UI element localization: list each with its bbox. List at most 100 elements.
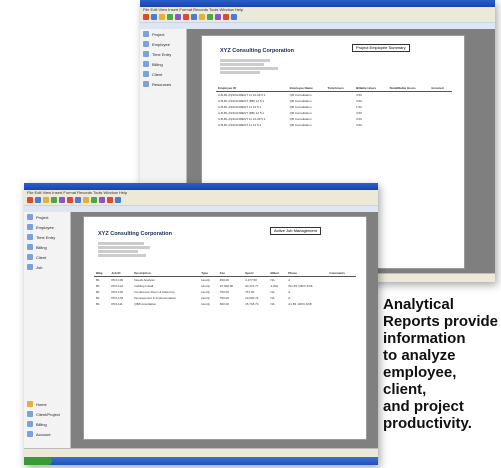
sidebar-item-account[interactable]: Account [24,429,70,439]
app-body: Project Employee Time Entry Billing Clie… [24,212,378,449]
person-icon [27,224,33,230]
col-header: Total Hours [325,84,354,92]
folder-icon [27,214,33,220]
sidebar-item-time-entry[interactable]: Time Entry [140,49,186,59]
col-header: Blkg [94,269,110,277]
toolbar-icon[interactable] [99,197,105,203]
sidebar-item-employee[interactable]: Employee [140,39,186,49]
caption-line: to analyze [383,347,456,364]
toolbar-icon[interactable] [215,14,221,20]
col-header: Fee [217,269,244,277]
toolbar-icon[interactable] [151,14,157,20]
sidebar-item-employee[interactable]: Employee [24,222,70,232]
person-icon [143,41,149,47]
col-header: Billed [268,269,287,277]
sidebar-bottom-nav: Home Client/Project Billing Account [24,399,70,439]
toolbar [24,196,378,205]
report-title: Active Job Management [270,227,321,235]
invoice-icon [143,61,149,67]
table-row: B1 PRJ-111 QB/Consultation Hourly 600.00 15,7… [96,302,312,306]
status-bar [24,448,378,457]
sidebar-item-billing[interactable]: Billing [140,59,186,69]
toolbar [140,13,495,22]
sidebar: Project Employee Time Entry Billing Clie… [24,212,71,449]
toolbar-icon[interactable] [115,197,121,203]
toolbar-icon[interactable] [191,14,197,20]
report-preview-area: XYZ Consulting Corporation Active Job Ma… [71,212,378,449]
resources-icon [143,81,149,87]
col-header: Invoiced [429,84,452,92]
toolbar-icon[interactable] [207,14,213,20]
toolbar-icon[interactable] [75,197,81,203]
sidebar-item-home[interactable]: Home [24,399,70,409]
marketing-caption: Analytical Reports provide information t… [383,296,501,432]
caption-line: productivity. [383,415,472,432]
toolbar-icon[interactable] [35,197,41,203]
folder-icon [143,31,149,37]
toolbar-icon[interactable] [67,197,73,203]
toolbar-icon[interactable] [107,197,113,203]
toolbar-icon[interactable] [159,14,165,20]
toolbar-icon[interactable] [59,197,65,203]
toolbar-icon[interactable] [199,14,205,20]
sidebar-item-client-project[interactable]: Client/Project [24,409,70,419]
toolbar-icon[interactable] [223,14,229,20]
start-button[interactable] [24,457,52,465]
sidebar-item-client[interactable]: Client [140,69,186,79]
clock-icon [143,51,149,57]
table-row: A-B-BL ASSIGNMENT 11 12 5:1 QB Consultati… [218,123,362,127]
toolbar-icon[interactable] [231,14,237,20]
sidebar-item-job[interactable]: Job [24,262,70,272]
company-address [220,58,290,75]
toolbar-icon[interactable] [175,14,181,20]
home-icon [27,401,33,407]
sidebar-item-resources[interactable]: Resources [140,79,186,89]
toolbar-icon[interactable] [83,197,89,203]
report-title: Project Employee Summary [352,44,410,52]
company-name: XYZ Consulting Corporation [220,48,294,54]
toolbar-icon[interactable] [167,14,173,20]
table-header-row: Blkg Job ID Description Type Fee Spent B… [94,269,356,277]
caption-line: Reports provide [383,313,499,330]
col-header: Job ID [109,269,133,277]
sidebar-item-project[interactable]: Project [140,29,186,39]
toolbar-icon[interactable] [143,14,149,20]
col-header: Type [199,269,218,277]
report-page: XYZ Consulting Corporation Active Job Ma… [83,216,367,440]
sidebar-item-time-entry[interactable]: Time Entry [24,232,70,242]
col-header: Phase [286,269,328,277]
caption-line: information [383,330,466,347]
job-icon [27,264,33,270]
toolbar-icon[interactable] [91,197,97,203]
col-header: Spent [243,269,269,277]
table-header-row: Employee ID Employee Name Total Hours Bi… [216,84,452,92]
invoice-icon [27,244,33,250]
sidebar-item-billing[interactable]: Billing [24,242,70,252]
sidebar-item-billing-bottom[interactable]: Billing [24,419,70,429]
sidebar-item-project[interactable]: Project [24,212,70,222]
caption-line: and project [383,398,464,415]
toolbar-icon[interactable] [43,197,49,203]
report-table: Employee ID Employee Name Total Hours Bi… [216,84,452,128]
front-report-screenshot: File Edit View Insert Format Records Too… [24,183,378,465]
col-header: Employee Name [287,84,326,92]
clock-icon [27,234,33,240]
client-icon [143,71,149,77]
company-address [98,241,168,258]
col-header: Employee ID [216,84,288,92]
sidebar-item-client[interactable]: Client [24,252,70,262]
col-header: NonBillable Hours [387,84,430,92]
report-table: Blkg Job ID Description Type Fee Spent B… [94,269,356,307]
company-name: XYZ Consulting Corporation [98,231,172,237]
col-header: Description [132,269,200,277]
caption-line: Analytical [383,296,454,313]
toolbar-icon[interactable] [51,197,57,203]
window-titlebar [140,0,495,7]
toolbar-icon[interactable] [183,14,189,20]
toolbar-icon[interactable] [27,197,33,203]
window-titlebar [24,183,378,190]
col-header: Comments [327,269,356,277]
caption-line: employee, client, [383,364,457,398]
col-header: Billable Hours [354,84,388,92]
billing-icon [27,421,33,427]
